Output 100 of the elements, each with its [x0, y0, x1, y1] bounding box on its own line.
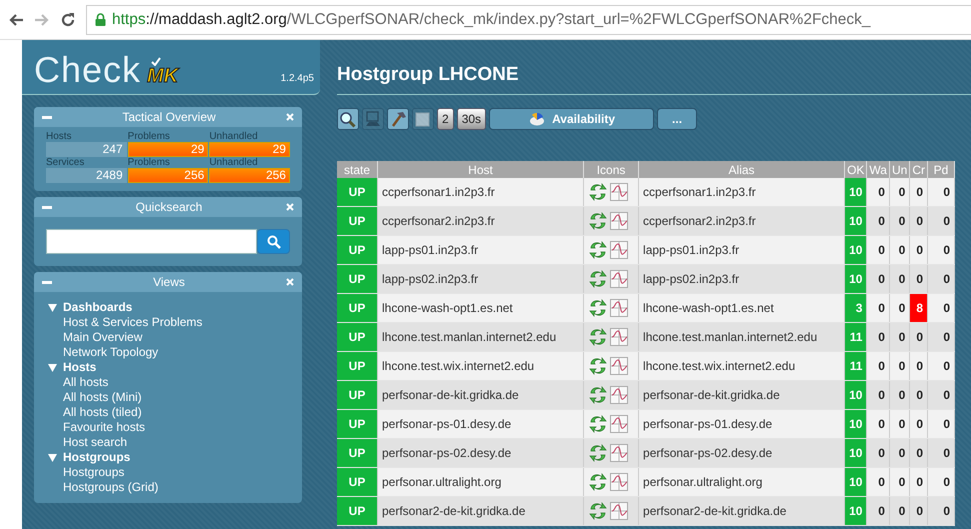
tactical-count[interactable]: 247 — [46, 142, 127, 157]
refresh-arrows-icon[interactable] — [588, 240, 608, 260]
tree-item[interactable]: Favourite hosts — [63, 420, 290, 435]
tree-item[interactable]: All hosts (tiled) — [63, 405, 290, 420]
graph-icon[interactable] — [610, 444, 628, 462]
count-cell: 10 — [844, 206, 867, 236]
refresh-option[interactable]: 30s — [456, 108, 486, 130]
refresh-arrows-icon[interactable] — [588, 182, 608, 202]
toolbar-toggle[interactable] — [337, 108, 359, 130]
column-header[interactable]: Icons — [584, 161, 639, 178]
state-cell: UP — [337, 178, 378, 206]
checkmark-icon — [151, 57, 162, 66]
state-cell: UP — [337, 322, 378, 352]
count-cell: 0 — [889, 496, 910, 526]
count-cell: 0 — [928, 352, 954, 380]
refresh-arrows-icon[interactable] — [588, 211, 608, 231]
tactical-count[interactable]: 256 — [209, 168, 290, 183]
graph-icon[interactable] — [610, 212, 628, 230]
graph-icon[interactable] — [610, 473, 628, 491]
search-field[interactable] — [46, 229, 257, 254]
toolbar-toggle[interactable] — [387, 108, 409, 130]
graph-icon[interactable] — [610, 415, 628, 433]
graph-icon[interactable] — [610, 502, 628, 520]
address-bar[interactable]: https://maddash.aglt2.org/WLCGperfSONAR/check_mk/index.py?start_url=%2FWLCGperfSONAR%2Fcheck_ — [86, 4, 971, 34]
minimize-icon[interactable] — [42, 206, 52, 208]
search-button[interactable] — [257, 229, 290, 254]
graph-icon[interactable] — [610, 386, 628, 404]
column-header[interactable]: state — [337, 161, 378, 178]
count-cell: 0 — [928, 438, 954, 468]
graph-icon[interactable] — [610, 183, 628, 201]
minimize-icon[interactable] — [42, 280, 52, 284]
tactical-count[interactable]: 256 — [128, 168, 208, 183]
tree-item[interactable]: Main Overview — [63, 330, 290, 345]
graph-icon[interactable] — [610, 270, 628, 288]
tree-group[interactable]: Hosts — [63, 360, 96, 375]
state-cell: UP — [337, 236, 378, 264]
close-icon[interactable] — [286, 113, 294, 121]
count-cell: 3 — [844, 294, 867, 322]
tree-item[interactable]: All hosts (Mini) — [63, 390, 290, 405]
count-cell: 0 — [889, 438, 910, 468]
tactical-count[interactable]: 29 — [209, 142, 290, 157]
count-cell: 0 — [910, 206, 928, 236]
refresh-option[interactable]: 2 — [437, 108, 454, 130]
count-cell: 10 — [844, 496, 867, 526]
toolbar-toggle[interactable] — [412, 108, 434, 130]
graph-icon[interactable] — [610, 357, 628, 375]
count-cell: 0 — [928, 236, 954, 264]
refresh-arrows-icon[interactable] — [588, 414, 608, 434]
column-header[interactable]: Un — [889, 161, 910, 178]
count-cell: 0 — [910, 236, 928, 264]
count-cell: 0 — [910, 178, 928, 206]
column-header[interactable]: Wa — [866, 161, 890, 178]
column-header[interactable]: Pd — [928, 161, 954, 178]
url-text: https://maddash.aglt2.org/WLCGperfSONAR/check_mk/index.py?start_url=%2FWLCGperfSONAR%2Fcheck_ — [112, 10, 871, 28]
graph-icon[interactable] — [610, 241, 628, 259]
tree-item[interactable]: All hosts — [63, 375, 290, 390]
tree-item[interactable]: Hostgroups — [63, 465, 290, 480]
count-cell: 0 — [910, 352, 928, 380]
count-cell: 0 — [889, 322, 910, 352]
column-header[interactable]: Host — [378, 161, 584, 178]
state-cell: UP — [337, 410, 378, 438]
reload-icon[interactable] — [60, 12, 76, 28]
state-cell: UP — [337, 264, 378, 294]
count-cell: 0 — [889, 468, 910, 496]
graph-icon[interactable] — [610, 328, 628, 346]
minimize-icon[interactable] — [42, 116, 52, 118]
tactical-count[interactable]: 29 — [128, 142, 208, 157]
close-icon[interactable] — [286, 203, 294, 211]
refresh-arrows-icon[interactable] — [588, 356, 608, 376]
graph-icon[interactable] — [610, 299, 628, 317]
expanded-triangle-icon[interactable] — [48, 454, 57, 462]
refresh-arrows-icon[interactable] — [588, 501, 608, 521]
state-cell: UP — [337, 352, 378, 380]
column-header[interactable]: Alias — [638, 161, 845, 178]
refresh-arrows-icon[interactable] — [588, 443, 608, 463]
expanded-triangle-icon[interactable] — [48, 304, 57, 312]
refresh-arrows-icon[interactable] — [588, 472, 608, 492]
snapin-title: Quicksearch — [134, 200, 204, 214]
column-header[interactable]: OK — [844, 161, 867, 178]
availability-button[interactable]: Availability — [489, 108, 654, 130]
tree-item[interactable]: Host search — [63, 435, 290, 450]
count-cell: 10 — [844, 468, 867, 496]
close-icon[interactable] — [286, 278, 294, 286]
tree-group[interactable]: Dashboards — [63, 300, 132, 315]
tree-item[interactable]: Network Topology — [63, 345, 290, 360]
tree-item[interactable]: Hostgroups (Grid) — [63, 480, 290, 495]
tactical-count[interactable]: 2489 — [46, 168, 127, 183]
refresh-arrows-icon[interactable] — [588, 385, 608, 405]
more-button[interactable]: ... — [657, 108, 698, 130]
count-cell: 0 — [910, 264, 928, 294]
column-header[interactable]: Cr — [910, 161, 928, 178]
tree-item[interactable]: Host & Services Problems — [63, 315, 290, 330]
refresh-arrows-icon[interactable] — [588, 327, 608, 347]
expanded-triangle-icon[interactable] — [48, 364, 57, 372]
toolbar-toggle[interactable] — [362, 108, 384, 130]
refresh-arrows-icon[interactable] — [588, 269, 608, 289]
count-cell: 0 — [889, 206, 910, 236]
refresh-arrows-icon[interactable] — [588, 298, 608, 318]
tree-group[interactable]: Hostgroups — [63, 450, 130, 465]
back-icon[interactable] — [8, 12, 24, 26]
